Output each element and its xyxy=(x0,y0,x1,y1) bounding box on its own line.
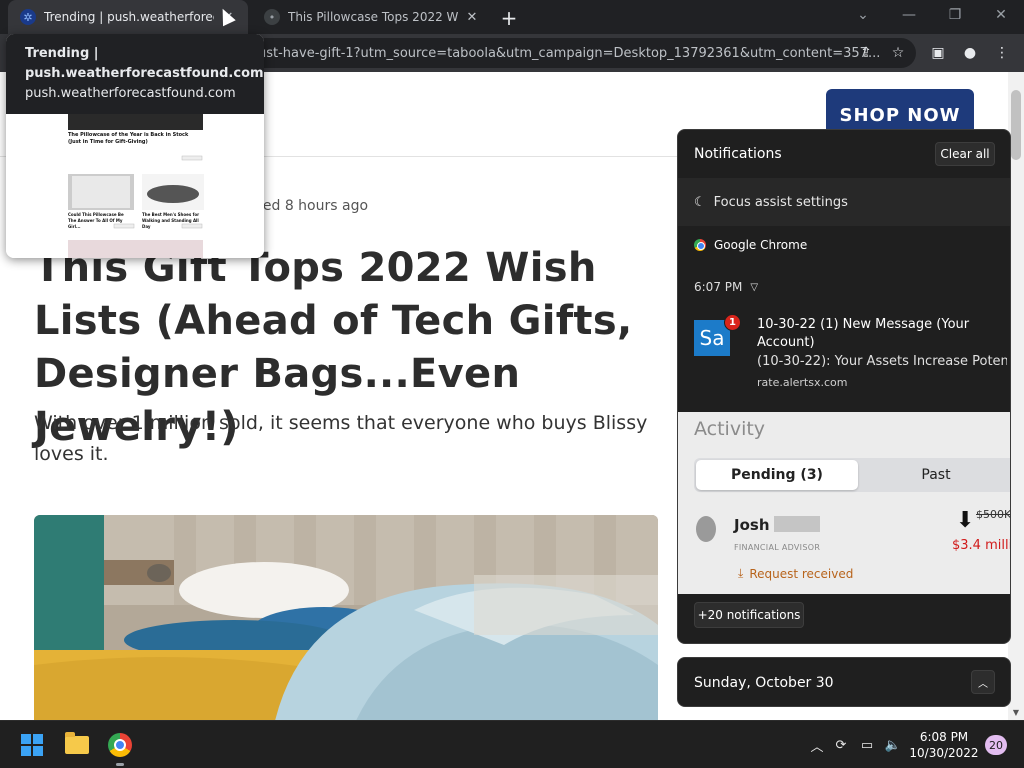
preview-item-title: The Best Men's Shoes for Walking and Sta… xyxy=(142,212,200,229)
chevron-up-icon[interactable]: ︿ xyxy=(971,670,995,694)
clear-all-button[interactable]: Clear all xyxy=(935,142,995,166)
unread-badge: 1 xyxy=(724,314,741,331)
preview-item-title: The Pillowcase of the Year is Back in St… xyxy=(68,132,189,145)
tab-search-chevron-icon[interactable]: ⌄ xyxy=(848,4,878,26)
hover-card-title: Trending | push.weatherforecastfound.com xyxy=(25,46,264,81)
notification-title[interactable]: 10-30-22 (1) New Message (Your Account) xyxy=(757,316,1002,352)
down-arrow-icon: ⬇ xyxy=(956,508,975,533)
tab-past: Past xyxy=(921,467,951,483)
file-explorer-button[interactable] xyxy=(61,729,93,761)
taskbar: ︿ ⟳ ▭ 🔈 6:08 PM 10/30/2022 20 xyxy=(0,720,1024,768)
advisor-name: Josh xyxy=(734,516,770,534)
new-tab-button[interactable]: + xyxy=(498,7,520,29)
running-indicator xyxy=(116,763,124,766)
notification-image-activity[interactable]: Activity Pending (3) Past Josh FINANCIAL… xyxy=(678,412,1011,594)
hover-card-domain: push.weatherforecastfound.com xyxy=(25,86,236,101)
minimize-button[interactable]: — xyxy=(894,4,924,26)
activity-tabs: Pending (3) Past xyxy=(694,458,1010,492)
notification-source: rate.alertsx.com xyxy=(757,376,848,389)
chevron-down-icon: ▽ xyxy=(750,281,759,293)
sync-icon[interactable]: ⟳ xyxy=(832,736,850,754)
tab-pillowcase[interactable]: • This Pillowcase Tops 2022 Wish Lists ✕ xyxy=(252,0,492,34)
side-panel-icon[interactable]: ▣ xyxy=(928,43,948,63)
site-favicon-icon: • xyxy=(264,9,280,25)
notification-count-badge[interactable]: 20 xyxy=(985,735,1007,755)
scrollbar-thumb[interactable] xyxy=(1011,90,1021,160)
moon-icon: ☾ xyxy=(694,194,706,210)
request-status: ⤓ Request received xyxy=(738,566,853,581)
scroll-down-arrow-icon[interactable]: ▼ xyxy=(1011,708,1021,718)
notification-app-header: Google Chrome xyxy=(694,238,807,252)
calendar-panel: Sunday, October 30 ︿ xyxy=(677,657,1011,707)
published-time: hed 8 hours ago xyxy=(254,198,369,214)
tab-hover-card: Trending | push.weatherforecastfound.com… xyxy=(6,34,264,258)
tab-title: This Pillowcase Tops 2022 Wish Lists xyxy=(288,10,458,24)
tab-pending: Pending (3) xyxy=(696,460,858,490)
windows-logo-icon xyxy=(21,734,43,756)
system-clock[interactable]: 6:08 PM 10/30/2022 xyxy=(908,729,980,761)
preview-item-title: Could This Pillowcase Be The Answer To A… xyxy=(68,212,124,229)
notification-body[interactable]: (10-30-22): Your Assets Increase Potent xyxy=(757,353,1007,371)
article-subhead: With over 1 million sold, it seems that … xyxy=(34,412,648,465)
tab-title: Trending | push.weatherforecastfound.com xyxy=(44,10,214,24)
notification-center: Notifications Clear all ☾ Focus assist s… xyxy=(677,129,1011,644)
hover-card-header: Trending | push.weatherforecastfound.com… xyxy=(6,34,264,114)
bed-photo xyxy=(34,515,658,720)
close-tab-icon[interactable]: ✕ xyxy=(464,9,480,25)
avatar xyxy=(696,516,716,542)
volume-icon[interactable]: 🔈 xyxy=(884,736,902,754)
new-amount: $3.4 milli xyxy=(952,538,1011,553)
chrome-taskbar-button[interactable] xyxy=(104,729,136,761)
profile-icon[interactable]: ● xyxy=(960,43,980,63)
hover-card-preview: The Pillowcase of the Year is Back in St… xyxy=(6,114,264,258)
request-status-label: Request received xyxy=(749,566,854,581)
notification-time-toggle[interactable]: 6:07 PM ▽ xyxy=(694,280,758,294)
notifications-heading: Notifications xyxy=(694,146,782,162)
tab-strip: ✲ Trending | push.weatherforecastfound.c… xyxy=(0,0,1024,34)
focus-assist-settings-link[interactable]: ☾ Focus assist settings xyxy=(678,178,1010,226)
app-name: Google Chrome xyxy=(714,238,808,252)
chrome-icon xyxy=(108,733,132,757)
old-amount: $500K xyxy=(976,508,1011,521)
address-bar[interactable]: ust-have-gift-1?utm_source=taboola&utm_c… xyxy=(240,38,916,68)
folder-icon xyxy=(65,732,89,754)
clock-time: 6:08 PM xyxy=(919,730,969,744)
advisor-role: FINANCIAL ADVISOR xyxy=(734,543,821,552)
download-arrow-icon: ⤓ xyxy=(738,566,744,580)
restore-button[interactable]: ❐ xyxy=(940,4,970,26)
start-button[interactable] xyxy=(16,729,48,761)
chrome-icon xyxy=(694,239,706,251)
address-url: ust-have-gift-1?utm_source=taboola&utm_c… xyxy=(258,45,881,61)
notification-time: 6:07 PM xyxy=(694,280,743,294)
bookmark-star-icon[interactable]: ☆ xyxy=(888,43,908,63)
focus-assist-label: Focus assist settings xyxy=(713,194,848,210)
site-favicon-icon: ✲ xyxy=(20,9,36,25)
blurred-surname xyxy=(774,516,820,532)
tab-trending[interactable]: ✲ Trending | push.weatherforecastfound.c… xyxy=(8,0,248,34)
network-icon[interactable]: ▭ xyxy=(858,736,876,754)
share-icon[interactable]: ⇪ xyxy=(856,43,876,63)
menu-kebab-icon[interactable]: ⋮ xyxy=(992,43,1012,63)
show-hidden-icons-chevron-icon[interactable]: ︿ xyxy=(808,736,826,755)
close-window-button[interactable]: ✕ xyxy=(986,4,1016,26)
activity-heading: Activity xyxy=(694,418,766,440)
hero-image xyxy=(34,515,658,720)
more-notifications-button[interactable]: +20 notifications xyxy=(694,602,804,628)
calendar-date: Sunday, October 30 xyxy=(694,675,834,691)
clock-date: 10/30/2022 xyxy=(909,746,979,760)
